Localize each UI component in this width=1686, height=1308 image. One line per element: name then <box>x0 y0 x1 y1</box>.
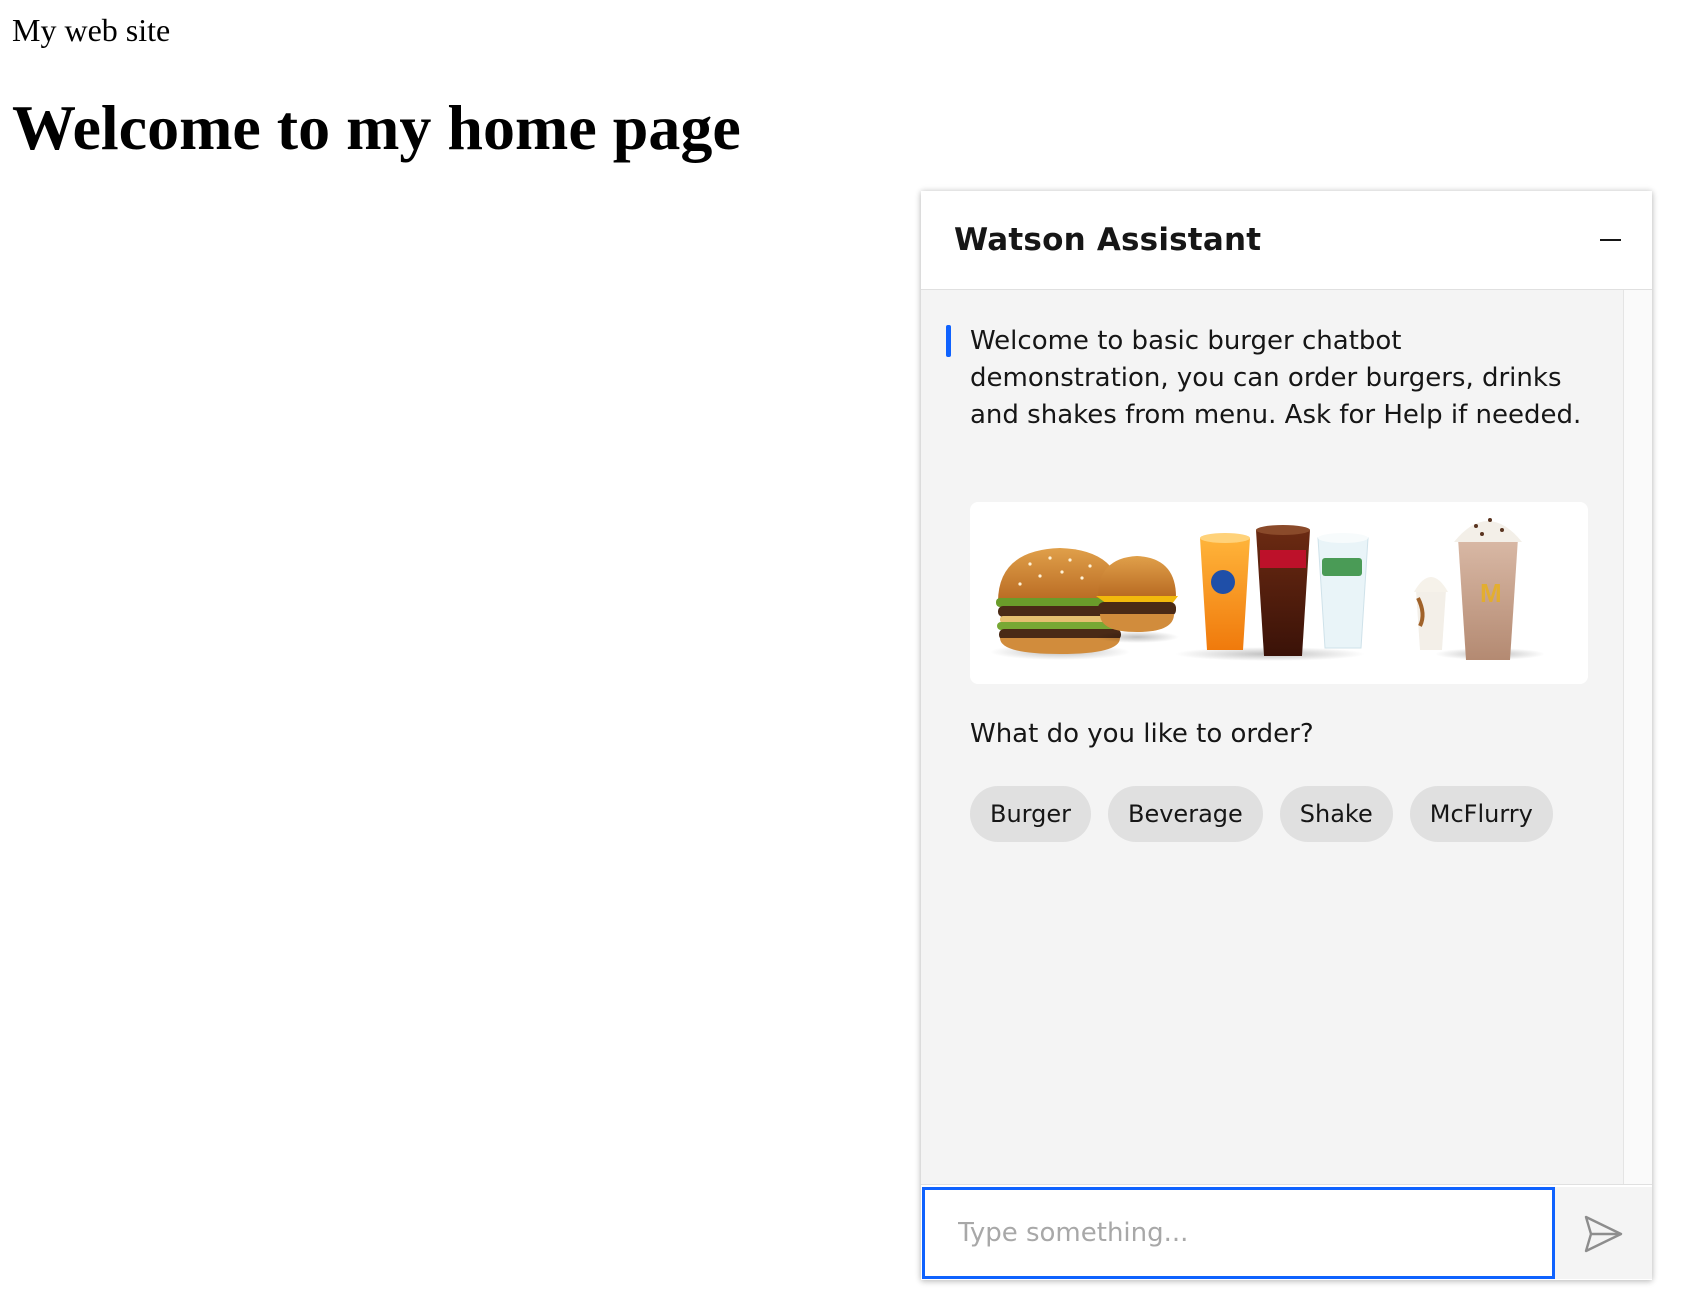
menu-items-illustration: M <box>990 518 1545 661</box>
svg-text:M: M <box>1480 578 1502 608</box>
beverages-image <box>1175 525 1369 661</box>
send-button[interactable] <box>1555 1187 1652 1279</box>
chat-header: Watson Assistant <box>921 191 1652 290</box>
message-accent-bar <box>946 325 951 357</box>
minus-icon <box>1600 239 1621 241</box>
shakes-image: M <box>1414 518 1545 660</box>
chat-widget: Watson Assistant Welcome to basic burger… <box>921 191 1652 1280</box>
chat-message-input[interactable] <box>922 1187 1555 1279</box>
site-name: My web site <box>12 12 171 48</box>
option-burger-button[interactable]: Burger <box>970 786 1091 842</box>
order-question: What do you like to order? <box>970 719 1314 749</box>
chat-messages: Welcome to basic burger chatbot demonstr… <box>921 290 1622 1184</box>
option-mcflurry-button[interactable]: McFlurry <box>1409 786 1553 842</box>
chat-input-area <box>921 1184 1652 1280</box>
order-options: Burger Beverage Shake McFlurry <box>970 786 1553 842</box>
option-shake-button[interactable]: Shake <box>1279 786 1393 842</box>
menu-image: M <box>970 502 1588 684</box>
option-beverage-button[interactable]: Beverage <box>1108 786 1263 842</box>
minimize-button[interactable] <box>1586 216 1634 264</box>
send-icon <box>1584 1215 1623 1253</box>
page-heading: Welcome to my home page <box>12 92 741 163</box>
welcome-message: Welcome to basic burger chatbot demonstr… <box>970 326 1582 430</box>
chat-title: Watson Assistant <box>954 222 1262 258</box>
chat-scrollbar[interactable] <box>1623 290 1652 1184</box>
